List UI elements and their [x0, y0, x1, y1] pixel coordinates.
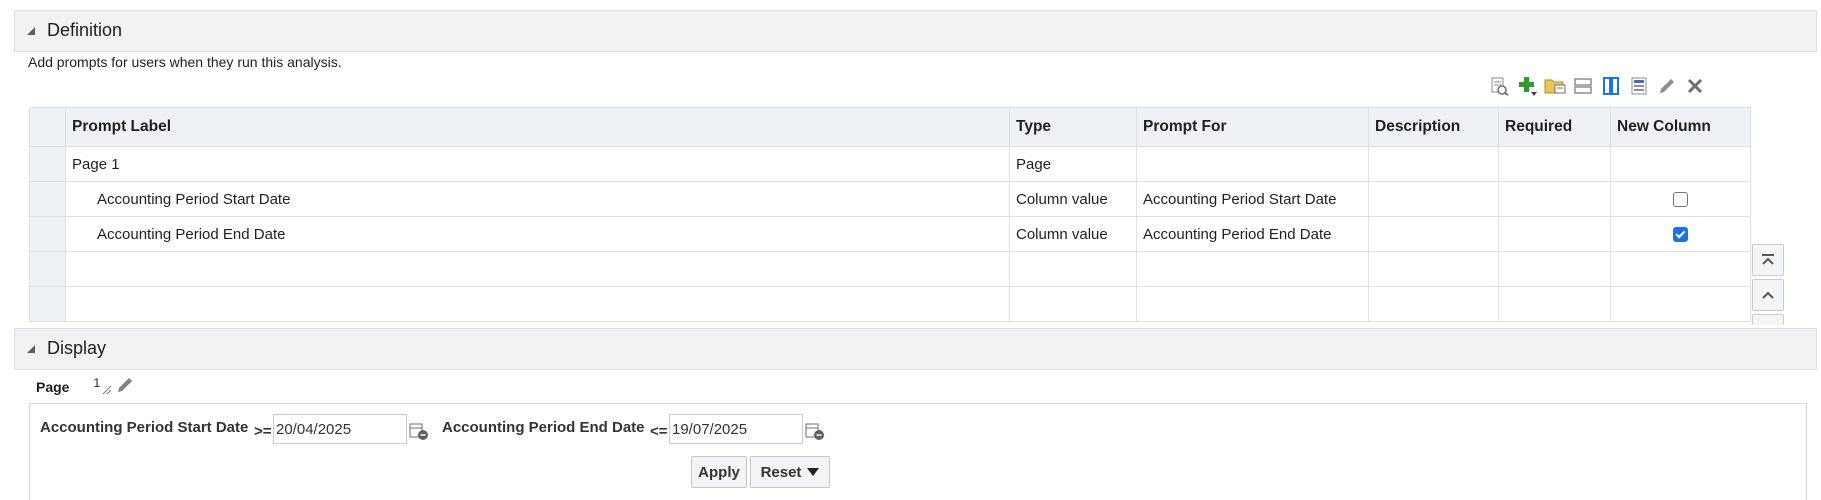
empty-cell: [1498, 251, 1611, 287]
new-column-checkbox[interactable]: [1673, 227, 1688, 243]
type-cell: Column value: [1009, 181, 1137, 217]
new-column-cell: [1610, 146, 1751, 182]
page-settings-icon[interactable]: [1626, 74, 1652, 98]
delete-icon[interactable]: [1682, 74, 1708, 98]
chevron-down-icon: [807, 468, 820, 476]
start-date-label: Accounting Period Start Date: [40, 419, 249, 436]
new-column-checkbox[interactable]: [1673, 192, 1688, 208]
empty-cell: [1368, 251, 1499, 287]
row-header-corner: [29, 107, 66, 147]
description-cell: [1368, 181, 1499, 217]
definition-title: Definition: [47, 20, 123, 40]
type-cell: Page: [1009, 146, 1137, 182]
row-header[interactable]: [29, 216, 66, 252]
empty-cell: [1136, 251, 1369, 287]
prompt-label-cell: Accounting Period End Date: [65, 216, 1010, 252]
page-number-link[interactable]: 1: [93, 376, 100, 390]
column-header[interactable]: Prompt Label: [65, 107, 1010, 147]
column-header[interactable]: Prompt For: [1136, 107, 1369, 147]
apply-button[interactable]: Apply: [691, 456, 747, 488]
empty-cell: [1610, 286, 1751, 322]
start-date-input[interactable]: [273, 414, 407, 444]
end-date-label: Accounting Period End Date: [442, 419, 645, 436]
start-date-operator: >=: [254, 423, 272, 440]
prompt-for-cell: Accounting Period End Date: [1136, 216, 1369, 252]
definition-description: Add prompts for users when they run this…: [28, 54, 342, 70]
prompt-for-cell: Accounting Period Start Date: [1136, 181, 1369, 217]
empty-cell: [1009, 251, 1137, 287]
prompt-grid: Prompt Label Type Prompt For Description…: [29, 107, 1751, 325]
empty-cell: [65, 286, 1010, 322]
new-column-cell: [1610, 216, 1751, 252]
column-layout-icon[interactable]: [1598, 74, 1624, 98]
empty-cell: [1136, 286, 1369, 322]
row-header[interactable]: [29, 146, 66, 182]
end-date-input[interactable]: [669, 414, 803, 444]
row-header[interactable]: [29, 286, 66, 322]
edit-icon[interactable]: [1654, 74, 1680, 98]
column-header[interactable]: Required: [1498, 107, 1611, 147]
collapse-triangle-icon[interactable]: [27, 345, 35, 353]
required-cell: [1498, 146, 1611, 182]
edit-page-icon[interactable]: [115, 375, 135, 400]
move-down-button[interactable]: [1752, 314, 1784, 325]
row-header[interactable]: [29, 181, 66, 217]
reset-label: Reset: [760, 463, 802, 481]
definition-panel-header[interactable]: Definition: [14, 10, 1817, 52]
prompt-table: Prompt Label Type Prompt For Description…: [29, 107, 1751, 322]
table-row[interactable]: Accounting Period End Date Column value …: [29, 216, 1751, 252]
prompt-label-cell: Accounting Period Start Date: [65, 181, 1010, 217]
description-cell: [1368, 146, 1499, 182]
collapse-triangle-icon[interactable]: [27, 27, 35, 35]
required-cell: [1498, 216, 1611, 252]
calendar-icon[interactable]: [408, 421, 430, 446]
resize-grip-icon: [102, 382, 112, 400]
empty-cell: [1610, 251, 1751, 287]
folder-icon[interactable]: [1542, 74, 1568, 98]
empty-cell: [65, 251, 1010, 287]
empty-cell: [1368, 286, 1499, 322]
type-cell: Column value: [1009, 216, 1137, 252]
table-header-row: Prompt Label Type Prompt For Description…: [29, 107, 1751, 147]
table-row[interactable]: [29, 251, 1751, 287]
table-row[interactable]: Accounting Period Start Date Column valu…: [29, 181, 1751, 217]
display-title: Display: [47, 338, 107, 358]
column-header[interactable]: New Column: [1610, 107, 1751, 147]
page-label: Page: [36, 379, 70, 395]
description-cell: [1368, 216, 1499, 252]
empty-cell: [1498, 286, 1611, 322]
required-cell: [1498, 181, 1611, 217]
preview-icon[interactable]: [1486, 74, 1512, 98]
column-header[interactable]: Type: [1009, 107, 1137, 147]
table-row[interactable]: Page 1 Page: [29, 146, 1751, 182]
move-to-top-button[interactable]: [1752, 244, 1784, 276]
end-date-operator: <=: [650, 423, 668, 440]
empty-cell: [1009, 286, 1137, 322]
prompt-for-cell: [1136, 146, 1369, 182]
prompt-label-cell: Page 1: [65, 146, 1010, 182]
row-layout-icon[interactable]: [1570, 74, 1596, 98]
add-icon[interactable]: [1514, 74, 1540, 98]
display-panel-header[interactable]: Display: [14, 328, 1817, 370]
table-row[interactable]: [29, 286, 1751, 322]
column-header[interactable]: Description: [1368, 107, 1499, 147]
new-column-cell: [1610, 181, 1751, 217]
row-header[interactable]: [29, 251, 66, 287]
calendar-icon[interactable]: [804, 421, 826, 446]
move-up-button[interactable]: [1752, 279, 1784, 311]
page-selector: Page 1: [36, 376, 135, 398]
reset-button[interactable]: Reset: [750, 456, 830, 488]
